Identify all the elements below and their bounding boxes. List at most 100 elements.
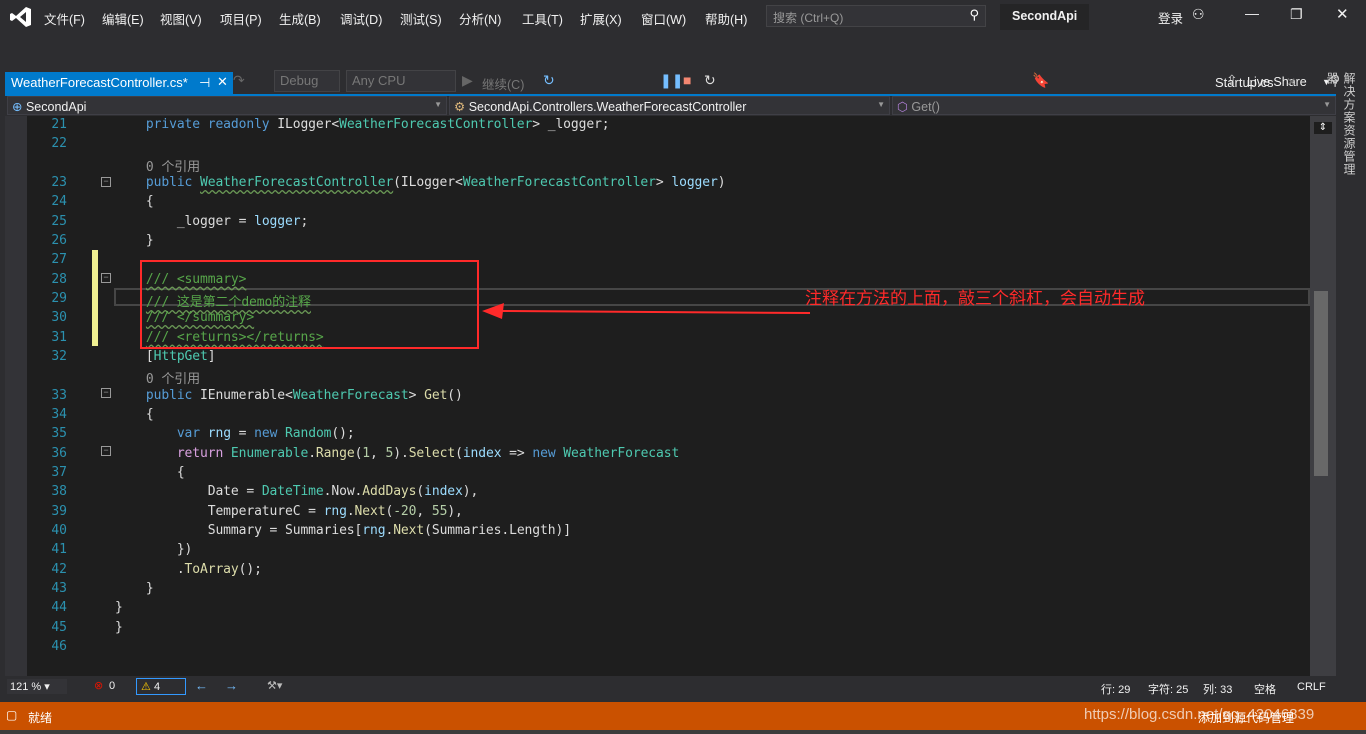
tab-startup[interactable]: Startup.cs <box>1215 75 1274 90</box>
code-line[interactable]: .ToArray(); <box>115 562 262 577</box>
pin-icon[interactable]: ⊣ <box>199 75 210 91</box>
code-token: return <box>115 445 231 461</box>
menu-item[interactable]: 生成(B) <box>279 9 321 28</box>
next-icon[interactable]: → <box>225 678 238 693</box>
zoom-dropdown[interactable]: 121 % ▾ <box>7 679 67 694</box>
menu-item[interactable]: 项目(P) <box>220 9 262 28</box>
code-token: 0 个引用 <box>115 372 201 388</box>
code-token: ), <box>447 503 463 519</box>
tab-weatherforecastcontroller[interactable]: WeatherForecastController.cs* ⊣ ✕ <box>5 72 233 94</box>
code-line[interactable]: Summary = Summaries[rng.Next(Summaries.L… <box>115 523 571 538</box>
code-token: 0 个引用 <box>115 159 201 175</box>
line-number: 37 <box>51 464 67 480</box>
warning-filter[interactable]: ⚠ 4 <box>136 678 186 695</box>
menu-item[interactable]: 视图(V) <box>160 9 202 28</box>
user-icon[interactable]: ⚇ <box>1192 6 1205 23</box>
line-number: 31 <box>51 329 67 345</box>
code-line[interactable]: { <box>115 194 154 209</box>
pause-icon[interactable]: ❚❚ <box>660 72 683 89</box>
line-number: 29 <box>51 290 67 306</box>
play-icon[interactable]: ▶ <box>462 72 473 89</box>
code-token: rng <box>362 522 386 538</box>
continue-button[interactable]: 继续(C) <box>482 74 524 93</box>
redo-icon[interactable]: ↷ <box>233 72 245 89</box>
menu-item[interactable]: 帮助(H) <box>705 9 747 28</box>
code-token: (); <box>238 561 262 577</box>
minimize-button[interactable]: — <box>1245 5 1259 21</box>
member-dropdown[interactable]: ⬡ Get() ▼ <box>892 96 1336 115</box>
scrollbar-thumb[interactable] <box>1314 291 1328 476</box>
menu-item[interactable]: 文件(F) <box>44 9 85 28</box>
close-tab-icon[interactable]: ✕ <box>217 74 228 90</box>
refresh-icon[interactable]: ↻ <box>543 72 555 89</box>
code-token: WeatherForecast <box>292 387 409 403</box>
menu-item[interactable]: 窗口(W) <box>641 9 686 28</box>
code-line[interactable]: } <box>115 600 123 615</box>
error-count[interactable]: 0 <box>109 680 115 692</box>
class-dropdown[interactable]: ⚙ SecondApi.Controllers.WeatherForecastC… <box>449 96 890 115</box>
split-icon[interactable]: ⇕ <box>1314 122 1332 134</box>
add-to-source-control[interactable]: 添加到源代码管理 <box>1198 709 1294 726</box>
vertical-scrollbar[interactable]: ⇕ <box>1310 116 1336 676</box>
class-label: SecondApi.Controllers.WeatherForecastCon… <box>468 100 747 114</box>
code-token: (Summaries.Length)] <box>424 522 571 538</box>
code-line[interactable]: public WeatherForecastController(ILogger… <box>115 174 726 190</box>
code-line[interactable]: [HttpGet] <box>115 348 216 364</box>
restart-icon[interactable]: ↻ <box>704 72 716 89</box>
code-line[interactable]: var rng = new Random(); <box>115 426 355 441</box>
collapse-icon[interactable]: − <box>101 177 111 187</box>
menu-item[interactable]: 分析(N) <box>459 9 501 28</box>
code-line[interactable]: 0 个引用 <box>115 368 200 387</box>
code-line[interactable]: return Enumerable.Range(1, 5).Select(ind… <box>115 446 679 461</box>
close-tab-icon[interactable]: ✕ <box>1286 75 1296 89</box>
search-input[interactable]: 搜索 (Ctrl+Q) ⚲ <box>766 5 986 27</box>
code-line[interactable]: } <box>115 233 154 248</box>
line-ending[interactable]: CRLF <box>1297 681 1326 693</box>
indent-mode[interactable]: 空格 <box>1254 681 1276 697</box>
restore-button[interactable]: ❐ <box>1290 6 1303 23</box>
code-line[interactable]: Date = DateTime.Now.AddDays(index), <box>115 484 479 500</box>
code-line[interactable]: } <box>115 620 123 635</box>
configuration-dropdown[interactable]: Debug <box>274 70 340 92</box>
platform-dropdown[interactable]: Any CPU <box>346 70 456 92</box>
code-token: public <box>115 387 200 403</box>
login-link[interactable]: 登录 <box>1158 8 1183 27</box>
code-token: .Now. <box>323 484 363 500</box>
menu-item[interactable]: 扩展(X) <box>580 9 622 28</box>
code-line[interactable]: } <box>115 581 154 596</box>
code-token: logger <box>671 174 718 190</box>
code-line[interactable]: _logger = logger; <box>115 214 308 229</box>
solution-explorer-tab[interactable]: 解决方案资源管理器 <box>1325 72 1358 182</box>
search-placeholder: 搜索 (Ctrl+Q) <box>773 11 844 25</box>
collapse-icon[interactable]: − <box>101 273 111 283</box>
code-token: rng <box>323 503 347 519</box>
code-token: } <box>115 600 123 616</box>
cleanup-icon[interactable]: ⚒▾ <box>267 679 282 692</box>
code-line[interactable]: TemperatureC = rng.Next(-20, 55), <box>115 504 463 519</box>
code-line[interactable]: public IEnumerable<WeatherForecast> Get(… <box>115 388 463 403</box>
stop-icon[interactable]: ■ <box>683 72 691 88</box>
bookmark-icon[interactable]: 🔖 <box>1032 72 1049 89</box>
code-token: ( <box>416 484 425 500</box>
code-token: private readonly <box>115 117 278 132</box>
class-icon: ⚙ <box>454 100 466 114</box>
previous-icon[interactable]: ← <box>195 678 208 693</box>
menu-item[interactable]: 工具(T) <box>522 9 563 28</box>
menu-item[interactable]: 编辑(E) <box>102 9 144 28</box>
code-token: [ <box>115 348 154 364</box>
code-line[interactable]: { <box>115 407 154 422</box>
close-window-button[interactable]: ✕ <box>1336 5 1349 23</box>
code-token: ] <box>207 348 216 364</box>
collapse-icon[interactable]: − <box>101 388 111 398</box>
code-line[interactable]: }) <box>115 542 193 557</box>
code-token: > <box>655 174 672 190</box>
collapse-icon[interactable]: − <box>101 446 111 456</box>
menu-item[interactable]: 测试(S) <box>400 9 442 28</box>
project-dropdown[interactable]: ⊕ SecondApi ▼ <box>7 96 447 115</box>
code-line[interactable]: { <box>115 465 185 480</box>
code-line[interactable]: private readonly ILogger<WeatherForecast… <box>115 117 610 132</box>
menu-item[interactable]: 调试(D) <box>340 9 382 28</box>
error-icon[interactable]: ⊗ <box>94 679 103 692</box>
code-line[interactable]: 0 个引用 <box>115 156 200 175</box>
code-token: { <box>115 464 185 480</box>
